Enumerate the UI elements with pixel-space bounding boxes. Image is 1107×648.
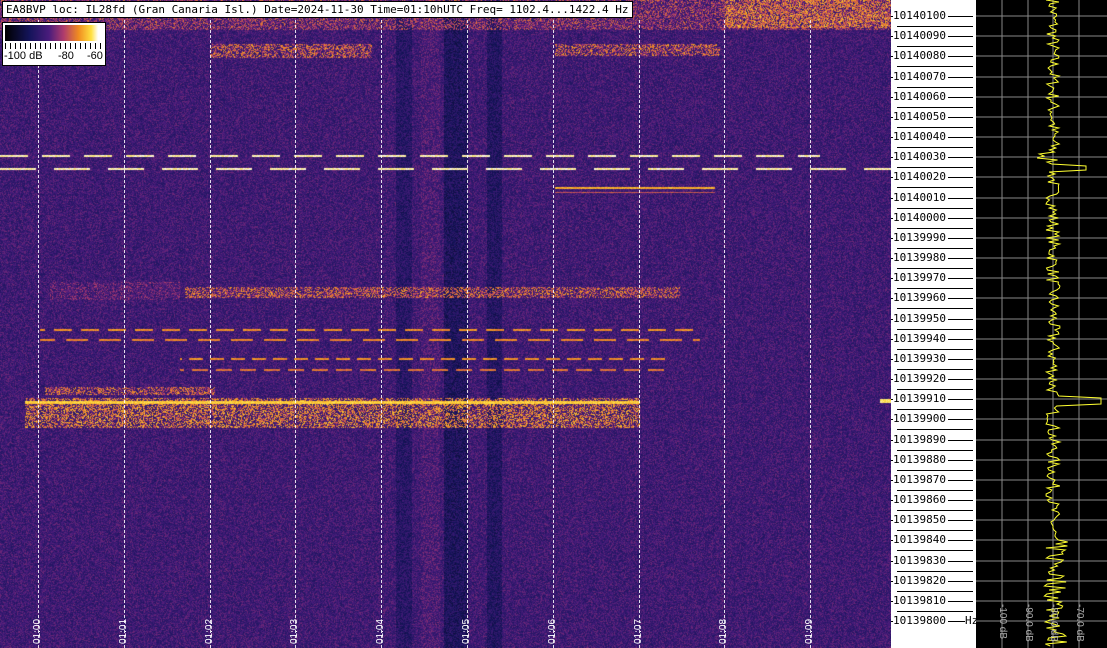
frequency-tick-label: 10139950: [893, 312, 948, 325]
frequency-tick-label: 10139920: [893, 372, 948, 385]
frequency-minor-tick: [897, 208, 973, 209]
time-gridline: [210, 20, 211, 648]
time-gridline: [810, 20, 811, 648]
colorbar-ticks: [5, 43, 103, 49]
frequency-tick-label: 10139860: [893, 493, 948, 506]
spectrum-db-label: -100 dB: [997, 604, 1008, 640]
frequency-tick-label: 10139850: [893, 513, 948, 526]
time-gridline: [639, 20, 640, 648]
frequency-minor-tick: [897, 611, 973, 612]
plot-title: EA8BVP loc: IL28fd (Gran Canaria Isl.) D…: [2, 1, 633, 18]
frequency-minor-tick: [897, 308, 973, 309]
time-gridline: [724, 20, 725, 648]
frequency-minor-tick: [897, 470, 973, 471]
frequency-tick-label: 10140020: [893, 170, 948, 183]
frequency-tick-label: 10139980: [893, 251, 948, 264]
frequency-tick-label: 10139900: [893, 412, 948, 425]
frequency-tick-label: 10139930: [893, 352, 948, 365]
time-tick-label: 01:07: [633, 618, 644, 644]
frequency-tick-label: 10139910: [893, 392, 948, 405]
frequency-tick-label: 10140080: [893, 49, 948, 62]
frequency-minor-tick: [897, 429, 973, 430]
frequency-minor-tick: [897, 571, 973, 572]
frequency-tick-label: 10139960: [893, 291, 948, 304]
time-tick-label: 01:06: [547, 618, 558, 644]
frequency-tick-label: 10139830: [893, 554, 948, 567]
spectrum-trace-plot: [976, 0, 1107, 648]
frequency-tick-label: 10140060: [893, 90, 948, 103]
time-gridline: [467, 20, 468, 648]
frequency-minor-tick: [897, 490, 973, 491]
time-tick-label: 01:02: [204, 618, 215, 644]
frequency-tick-label: 10139800: [893, 614, 948, 627]
time-tick-label: 01:05: [461, 618, 472, 644]
frequency-minor-tick: [897, 409, 973, 410]
time-gridline: [295, 20, 296, 648]
frequency-minor-tick: [897, 107, 973, 108]
frequency-minor-tick: [897, 329, 973, 330]
frequency-minor-tick: [897, 127, 973, 128]
frequency-minor-tick: [897, 147, 973, 148]
waterfall-spectrogram: [0, 0, 891, 648]
frequency-tick-label: 10139940: [893, 332, 948, 345]
colorbar-gradient: [5, 25, 103, 41]
frequency-tick-label: 10139970: [893, 271, 948, 284]
frequency-tick-label: 10140000: [893, 211, 948, 224]
frequency-tick-label: 10140100: [893, 9, 948, 22]
frequency-tick-label: 10139880: [893, 453, 948, 466]
frequency-minor-tick: [897, 288, 973, 289]
frequency-tick-label: 10139870: [893, 473, 948, 486]
frequency-minor-tick: [897, 26, 973, 27]
frequency-minor-tick: [897, 46, 973, 47]
frequency-minor-tick: [897, 349, 973, 350]
frequency-minor-tick: [897, 530, 973, 531]
time-tick-label: 01:00: [32, 618, 43, 644]
time-gridline: [38, 20, 39, 648]
frequency-minor-tick: [897, 87, 973, 88]
time-gridline: [381, 20, 382, 648]
frequency-minor-tick: [897, 510, 973, 511]
frequency-minor-tick: [897, 228, 973, 229]
frequency-minor-tick: [897, 550, 973, 551]
frequency-tick-label: 10139990: [893, 231, 948, 244]
time-tick-label: 01:03: [289, 618, 300, 644]
frequency-tick-label: 10140050: [893, 110, 948, 123]
frequency-tick-label: 10139820: [893, 574, 948, 587]
frequency-tick-label: 10139890: [893, 433, 948, 446]
frequency-minor-tick: [897, 248, 973, 249]
time-gridline: [553, 20, 554, 648]
time-tick-label: 01:01: [118, 618, 129, 644]
time-tick-label: 01:08: [718, 618, 729, 644]
frequency-minor-tick: [897, 187, 973, 188]
frequency-minor-tick: [897, 167, 973, 168]
time-tick-label: 01:04: [375, 618, 386, 644]
colorbar-label-max: -60: [87, 50, 103, 62]
frequency-minor-tick: [897, 389, 973, 390]
time-gridline: [124, 20, 125, 648]
colorbar: -100 dB -80 -60: [2, 22, 106, 66]
frequency-tick-label: 10140040: [893, 130, 948, 143]
colorbar-label-min: -100 dB: [4, 50, 43, 62]
frequency-minor-tick: [897, 450, 973, 451]
spectrum-db-label: -90.0 dB: [1023, 604, 1034, 642]
frequency-tick-label: 10140010: [893, 191, 948, 204]
frequency-tick-label: 10140090: [893, 29, 948, 42]
frequency-minor-tick: [897, 369, 973, 370]
frequency-tick-label: 10139840: [893, 533, 948, 546]
frequency-tick-label: 10140070: [893, 70, 948, 83]
frequency-tick-label: 10139810: [893, 594, 948, 607]
colorbar-label-mid: -80: [58, 50, 74, 62]
frequency-axis: 10140100 10140090 10140080 10140070 10140060…: [891, 0, 981, 648]
frequency-minor-tick: [897, 66, 973, 67]
frequency-tick-label: 10140030: [893, 150, 948, 163]
spectrum-panel: -100 dB -90.0 dB -80.0 dB -70.0 dB: [976, 0, 1107, 648]
frequency-minor-tick: [897, 268, 973, 269]
time-tick-label: 01:09: [804, 618, 815, 644]
spectrum-db-label: -70.0 dB: [1074, 604, 1085, 642]
spectrum-db-label: -80.0 dB: [1048, 604, 1059, 642]
frequency-minor-tick: [897, 591, 973, 592]
